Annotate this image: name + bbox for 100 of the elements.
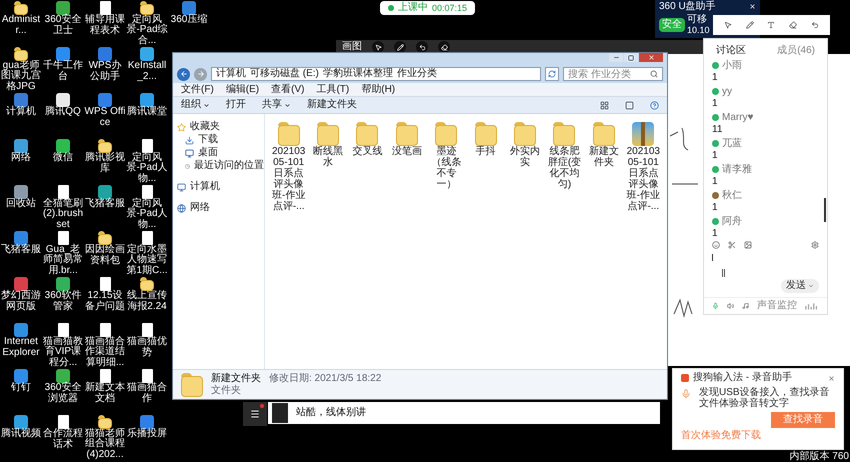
user-name: Marry♥: [722, 112, 754, 123]
menu-item[interactable]: 查看(V): [271, 84, 304, 94]
desktop-icon-label[interactable]: KeInstall_2...: [126, 61, 168, 82]
desktop-icon-label[interactable]: 乐播投屏: [126, 429, 168, 440]
tool-button[interactable]: [372, 41, 384, 53]
document-icon: [142, 369, 152, 383]
annotation-tool-icon[interactable]: [746, 21, 754, 29]
file-name[interactable]: 手抖: [466, 146, 505, 157]
maximize-button[interactable]: [624, 53, 638, 62]
sound-monitor-label[interactable]: 声音监控: [757, 301, 797, 312]
desktop-icon-label[interactable]: 12.15设备户问题: [84, 291, 126, 312]
sidebar-item[interactable]: 网络: [177, 203, 264, 213]
desktop-icon-label[interactable]: 定向风景-Pad综合...: [126, 14, 168, 46]
member-count[interactable]: 成员(46): [777, 46, 815, 56]
toolbar-button[interactable]: 打开: [226, 100, 246, 110]
annotation-tool-icon[interactable]: [724, 21, 732, 29]
annotation-tool-icon[interactable]: [789, 21, 798, 29]
file-name[interactable]: 20210305-101日系点评头像班-作业点评-...: [270, 146, 308, 212]
breadcrumb-item[interactable]: 计算机: [216, 69, 246, 79]
file-name[interactable]: 外实内实: [506, 146, 544, 168]
file-name[interactable]: 线条肥胖症(变化不均匀): [545, 146, 584, 190]
file-name[interactable]: 没笔画: [388, 146, 426, 157]
help-icon[interactable]: [650, 100, 659, 110]
menu-item[interactable]: 帮助(H): [361, 84, 396, 94]
desktop-icon-label[interactable]: 360安全浏览器: [42, 383, 84, 404]
desktop-icon-label[interactable]: 腾讯视频: [0, 429, 42, 440]
desktop-icon-label[interactable]: 钉钉: [0, 383, 42, 394]
view-icon[interactable]: [600, 100, 609, 110]
sidebar-item[interactable]: 桌面: [177, 148, 264, 158]
emoji-icon[interactable]: [712, 241, 720, 250]
desktop-icon-label[interactable]: 360压缩: [168, 15, 210, 26]
file-name[interactable]: 墨迹（线条不专一）: [427, 146, 466, 190]
preview-pane-icon[interactable]: [625, 100, 634, 110]
send-button[interactable]: 发送: [781, 279, 819, 294]
desktop-icon-label[interactable]: 定向水墨人物速写第1期C...: [126, 244, 168, 276]
document-icon: [58, 415, 68, 429]
desktop-icon-label[interactable]: gua老师图课九宫格JPG: [0, 60, 42, 92]
breadcrumb-item[interactable]: 学豹班课体整理: [322, 69, 393, 79]
settings-icon[interactable]: [811, 241, 819, 250]
tool-button[interactable]: [394, 41, 406, 53]
desktop-icon-label[interactable]: 飞猪客服: [0, 245, 42, 256]
desktop-icon-label[interactable]: 腾讯课堂: [126, 107, 168, 118]
tool-button[interactable]: [438, 41, 450, 53]
annotation-tool-icon[interactable]: [767, 21, 776, 29]
desktop-icon-label[interactable]: 计算机: [0, 107, 42, 118]
refresh-button[interactable]: [545, 67, 559, 81]
sound-level-drawing: [805, 302, 819, 310]
folder-icon: [553, 122, 576, 146]
chat-tab[interactable]: 讨论区: [716, 46, 746, 56]
desktop-icon-label[interactable]: 定向风景-Pad人物...: [126, 152, 168, 184]
desktop-icon-label[interactable]: 猫猫老师组合课程(4)202...: [84, 428, 126, 460]
desktop-icon-label[interactable]: 因因绘画资料包: [84, 245, 126, 266]
desktop-icon-label[interactable]: WPS办公助手: [84, 61, 126, 82]
sidebar-item[interactable]: 下载: [177, 135, 264, 145]
desktop-icon-label[interactable]: WPS Office: [84, 107, 126, 128]
desktop-icon-label[interactable]: 腾讯QQ: [42, 107, 84, 118]
desktop-icon-label[interactable]: Administr...: [0, 15, 42, 36]
desktop-icon-label[interactable]: 360软件管家: [42, 291, 84, 312]
desktop-icon-label[interactable]: Internet Explorer: [0, 337, 42, 358]
menu-button[interactable]: [243, 402, 267, 426]
toolbar-button[interactable]: 组织: [181, 100, 210, 110]
desktop-icon-label[interactable]: 定向风景-Pad人物...: [126, 198, 168, 230]
search-field[interactable]: 搜索 作业分类: [563, 67, 663, 81]
file-name[interactable]: 交叉线: [348, 146, 386, 157]
minimize-button[interactable]: [609, 53, 623, 62]
breadcrumb-item[interactable]: 可移动磁盘 (E:): [250, 69, 319, 79]
music-icon[interactable]: [742, 302, 749, 310]
toolbar-button[interactable]: 新建文件夹: [307, 100, 357, 110]
annotation-tool-icon[interactable]: [811, 21, 820, 29]
desktop-icon-label[interactable]: 梦幻西游网页版: [0, 291, 42, 312]
menu-item[interactable]: 工具(T): [316, 84, 350, 94]
sidebar-item[interactable]: 计算机: [177, 182, 264, 192]
desktop-icon-label[interactable]: 网络: [0, 153, 42, 164]
desktop-icon-label[interactable]: 千牛工作台: [42, 61, 84, 82]
image-icon[interactable]: [744, 241, 752, 250]
back-button[interactable]: [177, 68, 190, 80]
scissors-icon[interactable]: [728, 241, 736, 250]
desktop-icon-label[interactable]: 全猫笔刷(2).brushset: [42, 198, 84, 230]
sidebar-item[interactable]: 最近访问的位置: [177, 161, 264, 171]
toolbar-button[interactable]: 共享: [262, 100, 291, 110]
speaker-icon[interactable]: [727, 302, 734, 310]
microphone-icon[interactable]: [712, 302, 719, 310]
desktop-icon-label[interactable]: 线上宣传海报2.24: [126, 291, 168, 312]
file-name[interactable]: 新建文件夹: [584, 146, 623, 168]
desktop-icon-label[interactable]: 360安全卫士: [42, 15, 84, 36]
menu-item[interactable]: 编辑(E): [226, 84, 260, 94]
desktop-icon-label[interactable]: 飞猪客服: [84, 199, 126, 210]
desktop-icon-label[interactable]: 新建文本文档: [84, 383, 126, 404]
sidebar-item[interactable]: 收藏夹: [177, 122, 264, 132]
desktop-icon-label[interactable]: Gua_老师简易常用.br...: [42, 244, 84, 276]
address-bar[interactable]: 计算机 可移动磁盘 (E:) 学豹班课体整理 作业分类: [211, 67, 541, 81]
menu-item[interactable]: 文件(F): [181, 84, 214, 94]
scrollbar-thumb[interactable]: [824, 198, 826, 222]
document-icon: [100, 323, 110, 336]
file-name[interactable]: 断线黑水: [309, 146, 348, 168]
desktop-icon-label[interactable]: 回收站: [0, 199, 42, 210]
breadcrumb-item[interactable]: 作业分类: [396, 69, 437, 79]
tool-button[interactable]: [416, 41, 428, 53]
file-name[interactable]: 20210305-101日系点评头像班-作业点评-...: [624, 146, 662, 212]
desktop-icon-label[interactable]: 微信: [42, 153, 84, 164]
